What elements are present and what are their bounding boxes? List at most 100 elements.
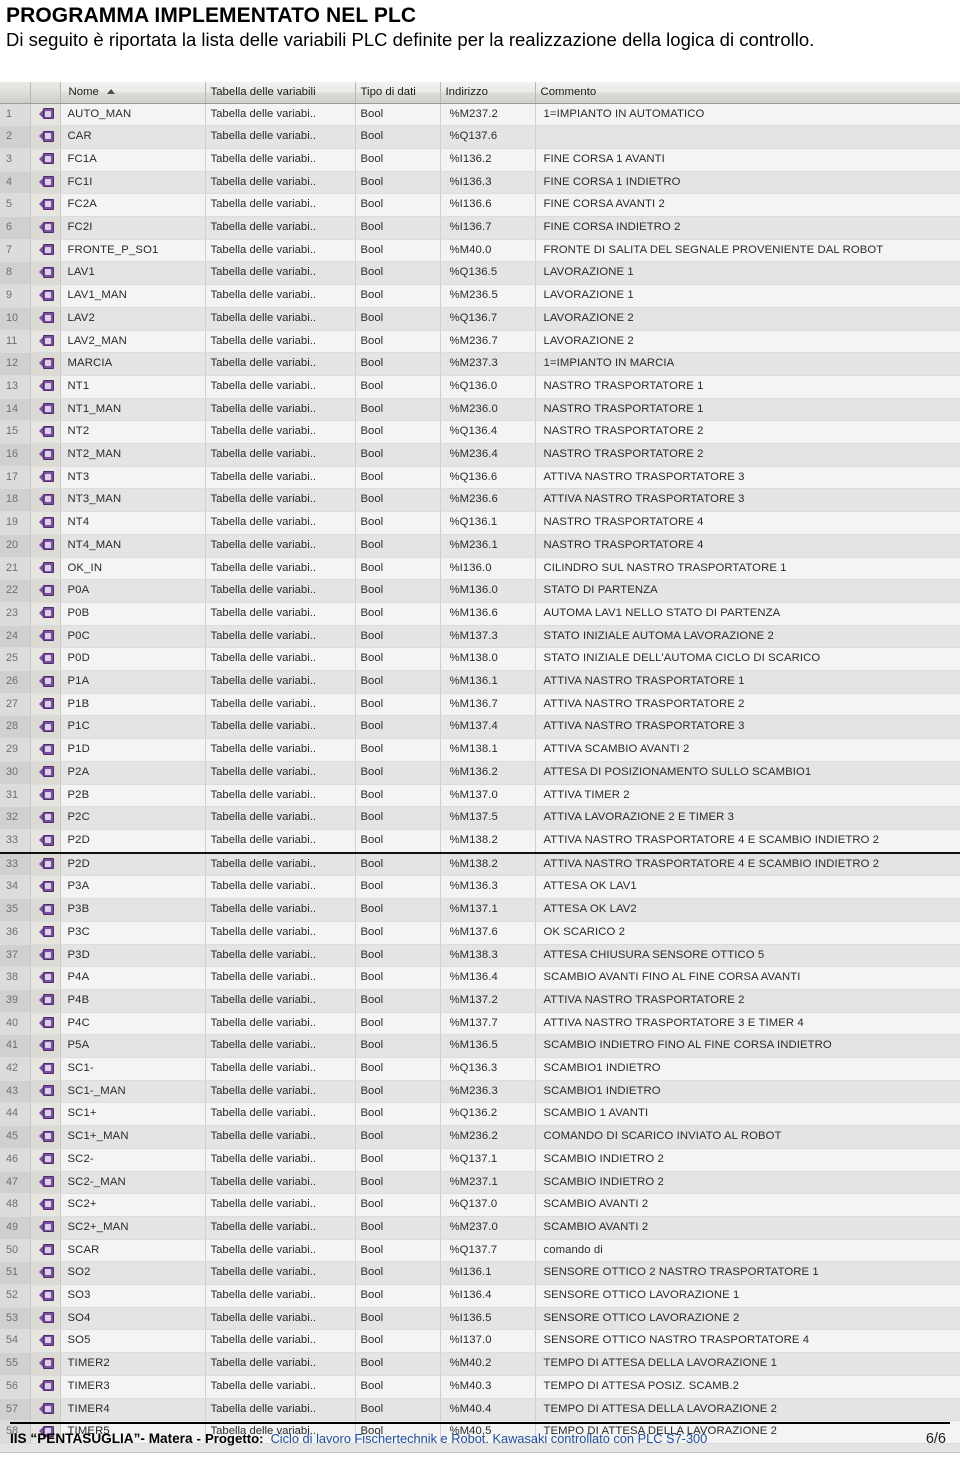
column-header-number[interactable] — [0, 82, 31, 104]
column-header-icon[interactable] — [30, 82, 61, 104]
row-number-cell: 27 — [0, 693, 31, 717]
table-row[interactable]: 9 LAV1_MAN Tabella delle variabi.. Bool %M23… — [0, 284, 960, 308]
table-row[interactable]: 1 AUTO_MAN Tabella delle variabi.. Bool %M23… — [0, 103, 960, 127]
table-row[interactable]: 49 SC2+_MAN Tabella delle variabi.. Bool %M2… — [0, 1216, 960, 1240]
table-row[interactable]: 11 LAV2_MAN Tabella delle variabi.. Bool %M2… — [0, 330, 960, 354]
table-row[interactable]: 51 SO2 Tabella delle variabi.. Bool %I136.1 S… — [0, 1261, 960, 1286]
table-row[interactable]: 6 FC2I Tabella delle variabi.. Bool %I136.7 F… — [0, 216, 960, 240]
table-row[interactable]: 42 SC1- Tabella delle variabi.. Bool %Q136.3… — [0, 1057, 960, 1081]
table-row[interactable]: 2 CAR Tabella delle variabi.. Bool %Q137.6 — [0, 125, 960, 149]
table-row[interactable]: 23 P0B Tabella delle variabi.. Bool %M136.6 A… — [0, 602, 960, 626]
table-row[interactable]: 47 SC2-_MAN Tabella delle variabi.. Bool %M2… — [0, 1171, 960, 1195]
table-row[interactable]: 7 FRONTE_P_SO1 Tabella delle variabi.. Bool… — [0, 239, 960, 263]
variable-name-cell: FC1I — [60, 171, 206, 195]
table-row[interactable]: 43 SC1-_MAN Tabella delle variabi.. Bool %M2… — [0, 1080, 960, 1104]
table-row[interactable]: 5 FC2A Tabella delle variabi.. Bool %I136.6 F… — [0, 193, 960, 218]
sort-ascending-icon[interactable] — [106, 88, 115, 94]
table-row[interactable]: 32 P2C Tabella delle variabi.. Bool %M137.5 A… — [0, 806, 960, 830]
table-row[interactable]: 21 OK_IN Tabella delle variabi.. Bool %I136.… — [0, 557, 960, 581]
table-row[interactable]: 29 P1D Tabella delle variabi.. Bool %M138.1 A… — [0, 738, 960, 762]
table-row[interactable]: 52 SO3 Tabella delle variabi.. Bool %I136.4 S… — [0, 1284, 960, 1308]
row-icon-cell — [30, 670, 61, 694]
variable-table-cell: Tabella delle variabi.. — [205, 171, 356, 195]
table-row[interactable]: 37 P3D Tabella delle variabi.. Bool %M138.3 A… — [0, 944, 960, 968]
row-number-cell: 33 — [0, 851, 31, 877]
address-cell: %M137.5 — [440, 806, 536, 830]
table-row[interactable]: 33 P2D Tabella delle variabi.. Bool %M138.2 A… — [0, 851, 960, 877]
column-header-variable-table[interactable]: Tabella delle variabili — [205, 82, 356, 104]
table-row[interactable]: 34 P3A Tabella delle variabi.. Bool %M136.3 A… — [0, 875, 960, 900]
table-row[interactable]: 48 SC2+ Tabella delle variabi.. Bool %Q137.0… — [0, 1193, 960, 1217]
comment-cell: 1=IMPIANTO IN AUTOMATICO — [535, 103, 960, 127]
address-cell: %M138.2 — [440, 851, 536, 877]
table-row[interactable]: 31 P2B Tabella delle variabi.. Bool %M137.0 A… — [0, 784, 960, 808]
table-row[interactable]: 38 P4A Tabella delle variabi.. Bool %M136.4 S… — [0, 966, 960, 990]
table-row[interactable]: 44 SC1+ Tabella delle variabi.. Bool %Q136.2… — [0, 1102, 960, 1127]
column-header-data-type[interactable]: Tipo di dati — [355, 82, 441, 104]
table-row[interactable]: 18 NT3_MAN Tabella delle variabi.. Bool %M23… — [0, 488, 960, 513]
row-icon-cell — [30, 1057, 61, 1081]
table-row[interactable]: 19 NT4 Tabella delle variabi.. Bool %Q136.1 N… — [0, 511, 960, 535]
plc-tag-icon — [38, 858, 54, 870]
table-row[interactable]: 39 P4B Tabella delle variabi.. Bool %M137.2 A… — [0, 989, 960, 1013]
table-row[interactable]: 50 SCAR Tabella delle variabi.. Bool %Q137.7… — [0, 1239, 960, 1263]
column-header-name[interactable]: Nome — [60, 82, 206, 104]
table-row[interactable]: 56 TIMER3 Tabella delle variabi.. Bool %M40.… — [0, 1375, 960, 1399]
table-row[interactable]: 41 P5A Tabella delle variabi.. Bool %M136.5 S… — [0, 1034, 960, 1059]
table-row[interactable]: 12 MARCIA Tabella delle variabi.. Bool %M237… — [0, 352, 960, 376]
table-row[interactable]: 14 NT1_MAN Tabella delle variabi.. Bool %M23… — [0, 398, 960, 422]
address-cell: %Q136.0 — [440, 375, 536, 399]
row-icon-cell — [30, 534, 61, 558]
table-row[interactable]: 17 NT3 Tabella delle variabi.. Bool %Q136.6 A… — [0, 466, 960, 490]
table-row[interactable]: 16 NT2_MAN Tabella delle variabi.. Bool %M23… — [0, 443, 960, 467]
variable-name-cell: TIMER2 — [60, 1352, 206, 1376]
table-row[interactable]: 54 SO5 Tabella delle variabi.. Bool %I137.0 S… — [0, 1329, 960, 1354]
table-row[interactable]: 35 P3B Tabella delle variabi.. Bool %M137.1 A… — [0, 898, 960, 922]
plc-tag-icon — [38, 198, 54, 210]
table-row[interactable]: 57 TIMER4 Tabella delle variabi.. Bool %M40.… — [0, 1398, 960, 1422]
variable-name-cell: FC2I — [60, 216, 206, 240]
data-type-cell: Bool — [355, 1125, 441, 1149]
comment-cell: SENSORE OTTICO LAVORAZIONE 1 — [535, 1284, 960, 1308]
table-row[interactable]: 45 SC1+_MAN Tabella delle variabi.. Bool %M2… — [0, 1125, 960, 1149]
table-row[interactable]: 13 NT1 Tabella delle variabi.. Bool %Q136.0 N… — [0, 375, 960, 399]
row-number-cell: 55 — [0, 1352, 31, 1376]
plc-tag-icon — [38, 1266, 54, 1278]
column-header-comment[interactable]: Commento — [535, 82, 960, 104]
table-row[interactable]: 33 P2D Tabella delle variabi.. Bool %M138.2 A… — [0, 829, 960, 854]
table-row[interactable]: 8 LAV1 Tabella delle variabi.. Bool %Q136.5 L… — [0, 261, 960, 286]
row-number-cell: 56 — [0, 1375, 31, 1399]
table-row[interactable]: 3 FC1A Tabella delle variabi.. Bool %I136.2 F… — [0, 148, 960, 172]
table-row[interactable]: 4 FC1I Tabella delle variabi.. Bool %I136.3 F… — [0, 171, 960, 195]
address-cell: %M40.4 — [440, 1398, 536, 1422]
row-number-cell: 45 — [0, 1125, 31, 1149]
table-row[interactable]: 40 P4C Tabella delle variabi.. Bool %M137.7 A… — [0, 1012, 960, 1036]
variable-name-cell: P0D — [60, 647, 206, 672]
table-row[interactable]: 46 SC2- Tabella delle variabi.. Bool %Q137.1… — [0, 1148, 960, 1172]
row-number-cell: 11 — [0, 330, 31, 354]
table-row[interactable]: 53 SO4 Tabella delle variabi.. Bool %I136.5 S… — [0, 1307, 960, 1331]
table-row[interactable]: 28 P1C Tabella delle variabi.. Bool %M137.4 A… — [0, 715, 960, 740]
row-number-cell: 51 — [0, 1261, 31, 1286]
address-cell: %M236.5 — [440, 284, 536, 308]
plc-tag-icon — [38, 584, 54, 596]
table-row[interactable]: 20 NT4_MAN Tabella delle variabi.. Bool %M23… — [0, 534, 960, 558]
table-row[interactable]: 30 P2A Tabella delle variabi.. Bool %M136.2 A… — [0, 761, 960, 785]
row-number-cell: 54 — [0, 1329, 31, 1354]
column-header-address[interactable]: Indirizzo — [440, 82, 536, 104]
row-icon-cell — [30, 1307, 61, 1331]
table-row[interactable]: 27 P1B Tabella delle variabi.. Bool %M136.7 A… — [0, 693, 960, 717]
table-row[interactable]: 25 P0D Tabella delle variabi.. Bool %M138.0 S… — [0, 647, 960, 672]
table-row[interactable]: 10 LAV2 Tabella delle variabi.. Bool %Q136.7… — [0, 307, 960, 331]
table-row[interactable]: 24 P0C Tabella delle variabi.. Bool %M137.3 S… — [0, 625, 960, 649]
table-row[interactable]: 36 P3C Tabella delle variabi.. Bool %M137.6 O… — [0, 921, 960, 945]
table-row[interactable]: 26 P1A Tabella delle variabi.. Bool %M136.1 A… — [0, 670, 960, 694]
table-row[interactable]: 15 NT2 Tabella delle variabi.. Bool %Q136.4 N… — [0, 420, 960, 445]
table-row[interactable]: 22 P0A Tabella delle variabi.. Bool %M136.0 S… — [0, 579, 960, 603]
table-row[interactable]: 55 TIMER2 Tabella delle variabi.. Bool %M40.… — [0, 1352, 960, 1376]
variable-table-cell: Tabella delle variabi.. — [205, 1125, 356, 1149]
plc-tag-icon — [38, 266, 54, 278]
row-number-cell: 40 — [0, 1012, 31, 1036]
row-number-cell: 6 — [0, 216, 31, 240]
comment-cell: ATTIVA NASTRO TRASPORTATORE 3 E TIMER 4 — [535, 1012, 960, 1036]
